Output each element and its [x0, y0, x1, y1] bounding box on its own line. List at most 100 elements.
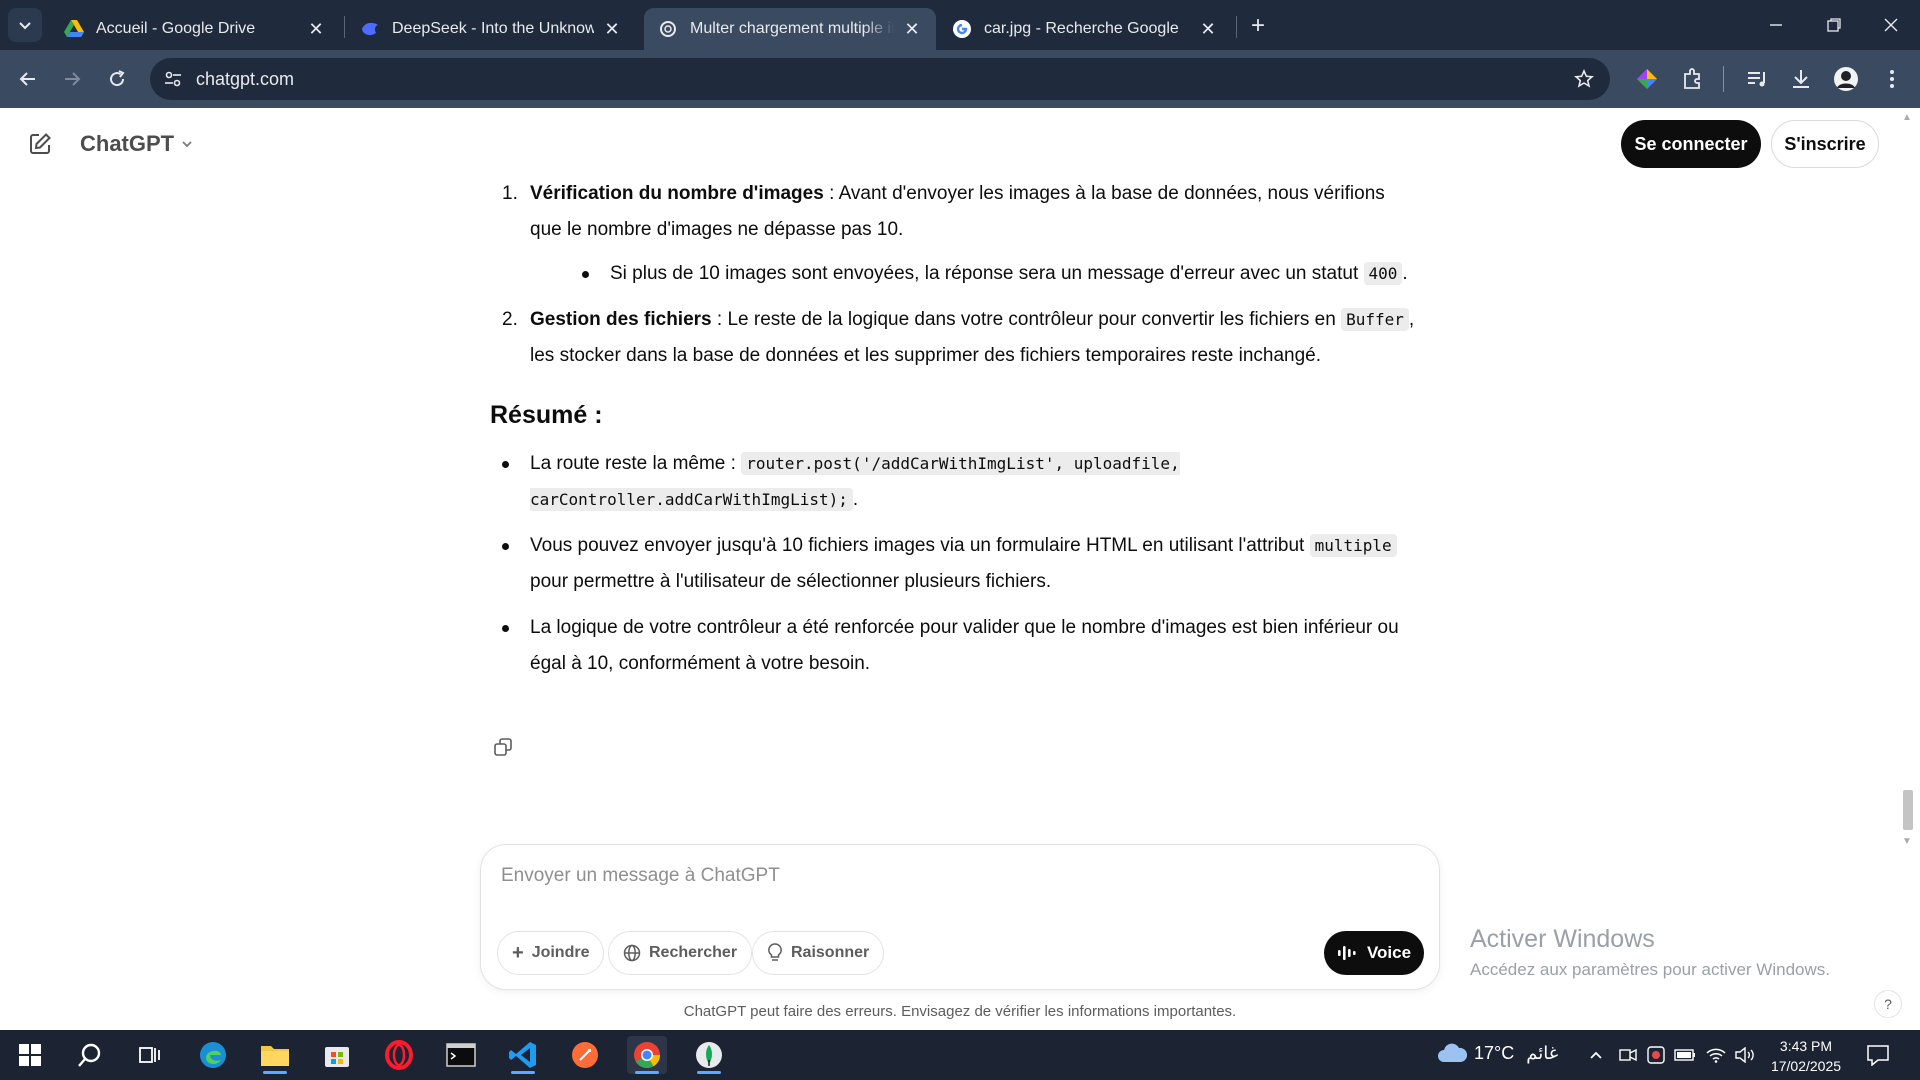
item-text: . — [1402, 263, 1408, 284]
copy-button[interactable] — [492, 736, 514, 758]
tab-divider — [1236, 16, 1237, 38]
browser-tab-strip: Accueil - Google Drive ✕ DeepSeek - Into… — [0, 0, 1920, 50]
signup-button[interactable]: S'inscrire — [1771, 120, 1879, 168]
file-explorer-app[interactable] — [255, 1036, 295, 1074]
volume-icon[interactable] — [1734, 1044, 1756, 1066]
wifi-icon[interactable] — [1705, 1044, 1727, 1066]
new-tab-button[interactable]: + — [1244, 12, 1272, 40]
reason-button[interactable]: Raisonner — [752, 931, 885, 975]
system-clock[interactable]: 3:43 PM 17/02/2025 — [1764, 1036, 1848, 1076]
summary-heading: Résumé : — [490, 401, 603, 429]
terminal-app[interactable] — [441, 1036, 481, 1074]
tab-deepseek[interactable]: DeepSeek - Into the Unknown ✕ — [346, 8, 636, 50]
store-icon — [325, 1047, 349, 1067]
profile-avatar[interactable] — [1831, 64, 1861, 94]
arrow-left-icon — [19, 72, 35, 86]
close-icon[interactable]: ✕ — [1198, 19, 1218, 39]
voice-button[interactable]: Voice — [1324, 931, 1424, 975]
close-icon[interactable]: ✕ — [902, 19, 922, 39]
new-chat-button[interactable] — [24, 128, 56, 160]
model-selector[interactable]: ChatGPT — [80, 131, 194, 157]
reload-button[interactable] — [100, 62, 134, 96]
postman-app[interactable] — [565, 1036, 605, 1074]
site-settings-icon[interactable] — [162, 68, 184, 90]
item-heading: Vérification du nombre d'images — [530, 183, 824, 204]
tab-search-button[interactable] — [8, 8, 42, 42]
google-icon — [952, 19, 972, 39]
google-drive-icon — [64, 19, 84, 39]
item-text: Si plus de 10 images sont envoyées, la r… — [610, 263, 1364, 284]
forward-button[interactable] — [55, 62, 89, 96]
scroll-up-arrow[interactable]: ▲ — [1900, 112, 1914, 124]
notification-icon — [1867, 1045, 1889, 1067]
bookmark-star-icon[interactable] — [1572, 67, 1596, 91]
tab-google-drive[interactable]: Accueil - Google Drive ✕ — [50, 8, 340, 50]
vscode-app[interactable] — [503, 1036, 543, 1074]
battery-icon[interactable] — [1674, 1044, 1696, 1066]
opera-app[interactable] — [379, 1036, 419, 1074]
assistant-message: 1. Vérification du nombre d'images : Ava… — [490, 176, 1420, 692]
plus-icon: + — [512, 942, 524, 964]
list-number: 2. — [502, 309, 518, 330]
windows-logo-icon — [19, 1044, 41, 1066]
chrome-icon — [634, 1042, 661, 1069]
help-button[interactable]: ? — [1874, 990, 1902, 1018]
scrollbar-thumb[interactable] — [1903, 790, 1913, 830]
inline-code: Buffer — [1341, 308, 1409, 331]
watermark-subtitle: Accédez aux paramètres pour activer Wind… — [1470, 960, 1830, 979]
item-text: La route reste la même : — [530, 453, 742, 474]
tab-google-search[interactable]: car.jpg - Recherche Google ✕ — [938, 8, 1232, 50]
meet-now-icon[interactable] — [1617, 1044, 1639, 1066]
browser-menu-icon[interactable] — [1877, 64, 1907, 94]
close-icon[interactable]: ✕ — [306, 19, 326, 39]
tab-title: car.jpg - Recherche Google — [984, 20, 1179, 37]
message-composer[interactable]: Envoyer un message à ChatGPT + Joindre R… — [480, 844, 1440, 990]
folder-icon — [261, 1046, 289, 1066]
show-hidden-icons-button[interactable] — [1585, 1044, 1607, 1066]
media-control-icon[interactable] — [1742, 64, 1772, 94]
chevron-down-icon — [182, 141, 192, 148]
running-indicator — [635, 1071, 659, 1074]
mongodb-compass-app[interactable] — [689, 1036, 729, 1074]
back-button[interactable] — [11, 62, 45, 96]
edge-icon — [200, 1042, 226, 1068]
voice-label: Voice — [1366, 943, 1412, 962]
task-view-button[interactable] — [130, 1036, 170, 1074]
download-icon[interactable] — [1786, 64, 1816, 94]
mongodb-icon — [696, 1042, 722, 1068]
weather-widget[interactable]: 17°C غائم — [1436, 1042, 1558, 1064]
minimize-button[interactable] — [1747, 0, 1805, 50]
color-extension-icon[interactable] — [1632, 64, 1662, 94]
tab-title: DeepSeek - Into the Unknown — [392, 20, 594, 37]
minimize-icon — [1770, 24, 1782, 26]
vscode-icon — [509, 1042, 536, 1068]
running-indicator — [511, 1071, 535, 1074]
chevron-down-icon — [19, 22, 31, 30]
message-input[interactable]: Envoyer un message à ChatGPT — [501, 865, 780, 887]
search-icon — [78, 1043, 101, 1067]
taskbar-search-button[interactable] — [70, 1036, 110, 1074]
tab-title: Accueil - Google Drive — [96, 20, 256, 37]
extensions-icon[interactable] — [1677, 64, 1707, 94]
disclaimer-text: ChatGPT peut faire des erreurs. Envisage… — [683, 1003, 1237, 1020]
edge-app[interactable] — [193, 1036, 233, 1074]
restore-button[interactable] — [1805, 0, 1863, 50]
ms-store-app[interactable] — [317, 1036, 357, 1074]
list-item: La route reste la même : router.post('/a… — [490, 446, 1420, 518]
list-number: 1. — [502, 183, 518, 204]
start-button[interactable] — [10, 1036, 50, 1074]
attach-button[interactable]: + Joindre — [497, 931, 605, 975]
chrome-app[interactable] — [627, 1036, 667, 1074]
notifications-button[interactable] — [1866, 1044, 1890, 1067]
clock-date: 17/02/2025 — [1770, 1058, 1842, 1074]
list-item: Si plus de 10 images sont envoyées, la r… — [570, 256, 1420, 292]
chatgpt-icon — [658, 19, 678, 39]
close-icon[interactable]: ✕ — [602, 19, 622, 39]
scroll-down-arrow[interactable]: ▼ — [1900, 836, 1914, 848]
search-button[interactable]: Rechercher — [608, 931, 753, 975]
window-close-button[interactable] — [1862, 0, 1920, 50]
login-button[interactable]: Se connecter — [1621, 120, 1761, 168]
recording-tray-icon[interactable] — [1645, 1044, 1667, 1066]
address-bar[interactable]: chatgpt.com — [150, 58, 1610, 100]
tab-chatgpt[interactable]: Multer chargement multiple im ✕ — [644, 8, 936, 50]
